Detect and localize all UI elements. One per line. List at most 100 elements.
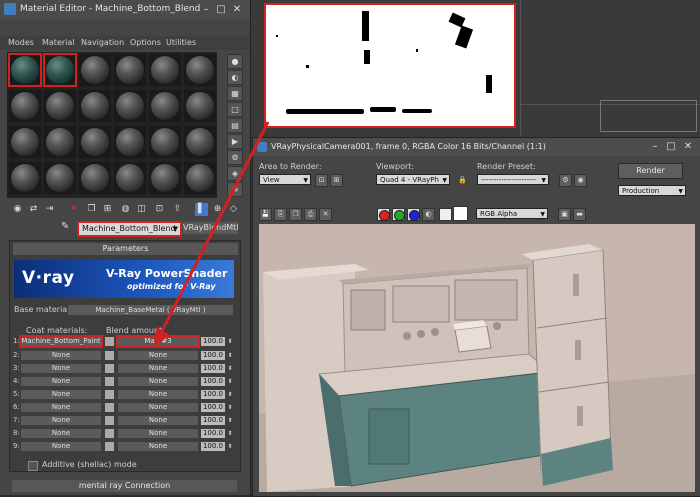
green-channel-toggle[interactable]: [392, 208, 405, 221]
blend-amount-spinner[interactable]: 100.0: [201, 364, 225, 373]
blend-amount-spinner[interactable]: 100.0: [201, 429, 225, 438]
blend-map-button[interactable]: None: [118, 377, 198, 386]
go-to-parent-icon[interactable]: ⇧: [171, 203, 184, 216]
put-to-scene-icon[interactable]: ⇄: [27, 203, 40, 216]
spinner-arrows-icon[interactable]: ⬍: [226, 337, 234, 346]
reset-map-icon[interactable]: ✕: [67, 203, 80, 216]
spinner-arrows-icon[interactable]: ⬍: [226, 351, 234, 360]
minimize-icon[interactable]: –: [648, 140, 662, 153]
material-id-icon[interactable]: ◍: [119, 203, 132, 216]
blend-amount-spinner[interactable]: 100.0: [201, 403, 225, 412]
red-channel-toggle[interactable]: [377, 208, 390, 221]
uv-tiling-icon[interactable]: □: [227, 102, 243, 117]
coat-color-swatch[interactable]: [105, 442, 114, 451]
sample-slot[interactable]: [79, 90, 111, 122]
additive-checkbox[interactable]: [28, 461, 38, 471]
sample-slot[interactable]: [149, 126, 181, 158]
sample-slot[interactable]: [184, 54, 216, 86]
sample-slot[interactable]: [43, 53, 77, 87]
material-type-icon[interactable]: ◇: [227, 203, 240, 216]
sample-slot[interactable]: [184, 162, 216, 194]
eyedropper-icon[interactable]: ✎: [61, 221, 69, 232]
spinner-arrows-icon[interactable]: ⬍: [226, 429, 234, 438]
spinner-arrows-icon[interactable]: ⬍: [226, 442, 234, 451]
copy-image-icon[interactable]: ⎘: [274, 208, 287, 221]
sample-slot[interactable]: [44, 162, 76, 194]
alpha-channel-toggle[interactable]: ◐: [422, 208, 435, 221]
chevron-down-icon[interactable]: ▼: [173, 223, 178, 235]
coat-material-button[interactable]: None: [21, 429, 101, 438]
material-map-navigator-icon[interactable]: ≡: [227, 182, 243, 197]
toggle-ui-icon[interactable]: ▬: [573, 208, 586, 221]
area-to-render-select[interactable]: View ▼: [259, 174, 311, 185]
maximize-icon[interactable]: □: [664, 140, 678, 153]
coat-material-button[interactable]: None: [21, 390, 101, 399]
go-forward-sibling-icon[interactable]: ▌: [195, 203, 208, 216]
coat-color-swatch[interactable]: [105, 403, 114, 412]
sample-slot[interactable]: [8, 53, 42, 87]
coat-color-swatch[interactable]: [105, 364, 114, 373]
blend-map-button[interactable]: None: [118, 429, 198, 438]
sample-slot[interactable]: [149, 90, 181, 122]
assign-material-icon[interactable]: ⇥: [43, 203, 56, 216]
blend-amount-spinner[interactable]: 100.0: [201, 416, 225, 425]
make-preview-icon[interactable]: ▶: [227, 134, 243, 149]
blend-amount-spinner[interactable]: 100.0: [201, 377, 225, 386]
show-map-icon[interactable]: ◫: [135, 203, 148, 216]
clear-icon[interactable]: ✕: [319, 208, 332, 221]
base-material-button[interactable]: Machine_BaseMetal ( VRayMtl ): [68, 305, 233, 315]
coat-material-button[interactable]: None: [21, 351, 101, 360]
sample-slot[interactable]: [114, 90, 146, 122]
get-material-icon[interactable]: ◉: [11, 203, 24, 216]
coat-material-button[interactable]: Machine_Bottom_Paint: [19, 335, 103, 348]
sample-slot[interactable]: [114, 54, 146, 86]
background-icon[interactable]: ▦: [227, 86, 243, 101]
coat-color-swatch[interactable]: [105, 337, 114, 346]
backlight-icon[interactable]: ◐: [227, 70, 243, 85]
spinner-arrows-icon[interactable]: ⬍: [226, 390, 234, 399]
coat-color-swatch[interactable]: [105, 377, 114, 386]
clone-window-icon[interactable]: ❐: [289, 208, 302, 221]
render-preset-select[interactable]: ---------------------- ▼: [477, 174, 549, 185]
blend-map-button[interactable]: None: [118, 390, 198, 399]
show-end-result-icon[interactable]: ⊡: [153, 203, 166, 216]
mental-ray-rollout-header[interactable]: mental ray Connection: [12, 480, 237, 492]
blue-channel-toggle[interactable]: [407, 208, 420, 221]
video-color-icon[interactable]: ▤: [227, 118, 243, 133]
render-setup-icon[interactable]: ⚙: [559, 174, 572, 187]
coat-material-button[interactable]: None: [21, 403, 101, 412]
toggle-ui-overlay-icon[interactable]: ▣: [558, 208, 571, 221]
lock-icon[interactable]: 🔒: [456, 174, 469, 187]
close-icon[interactable]: ✕: [230, 3, 244, 16]
blend-amount-spinner[interactable]: 100.0: [201, 442, 225, 451]
blend-amount-spinner[interactable]: 100.0: [201, 390, 225, 399]
sample-slot[interactable]: [9, 90, 41, 122]
production-select[interactable]: Production ▼: [618, 185, 686, 196]
spinner-arrows-icon[interactable]: ⬍: [226, 416, 234, 425]
blend-amount-spinner[interactable]: 100.0: [201, 337, 225, 346]
background-color-swatch[interactable]: [453, 206, 468, 221]
blend-map-button[interactable]: None: [118, 442, 198, 451]
material-name-field[interactable]: Machine_Bottom_Blend ▼: [77, 221, 182, 237]
sample-slot[interactable]: [9, 126, 41, 158]
blend-map-button[interactable]: None: [118, 364, 198, 373]
sample-slot[interactable]: [44, 126, 76, 158]
coat-material-button[interactable]: None: [21, 416, 101, 425]
maximize-icon[interactable]: □: [214, 3, 228, 16]
sample-slot[interactable]: [114, 162, 146, 194]
coat-color-swatch[interactable]: [105, 351, 114, 360]
channel-display-select[interactable]: RGB Alpha ▼: [476, 208, 548, 219]
sample-slot[interactable]: [44, 90, 76, 122]
coat-material-button[interactable]: None: [21, 442, 101, 451]
sample-slot[interactable]: [149, 54, 181, 86]
close-icon[interactable]: ✕: [681, 140, 695, 153]
sample-slot[interactable]: [149, 162, 181, 194]
sample-type-icon[interactable]: ●: [227, 54, 243, 69]
spinner-arrows-icon[interactable]: ⬍: [226, 403, 234, 412]
sample-slot[interactable]: [184, 90, 216, 122]
options-icon[interactable]: ⚙: [227, 150, 243, 165]
sample-slot[interactable]: [184, 126, 216, 158]
blend-map-button[interactable]: None: [118, 416, 198, 425]
save-image-icon[interactable]: 💾: [259, 208, 272, 221]
material-type-button[interactable]: VRayBlendMtl: [183, 222, 239, 234]
